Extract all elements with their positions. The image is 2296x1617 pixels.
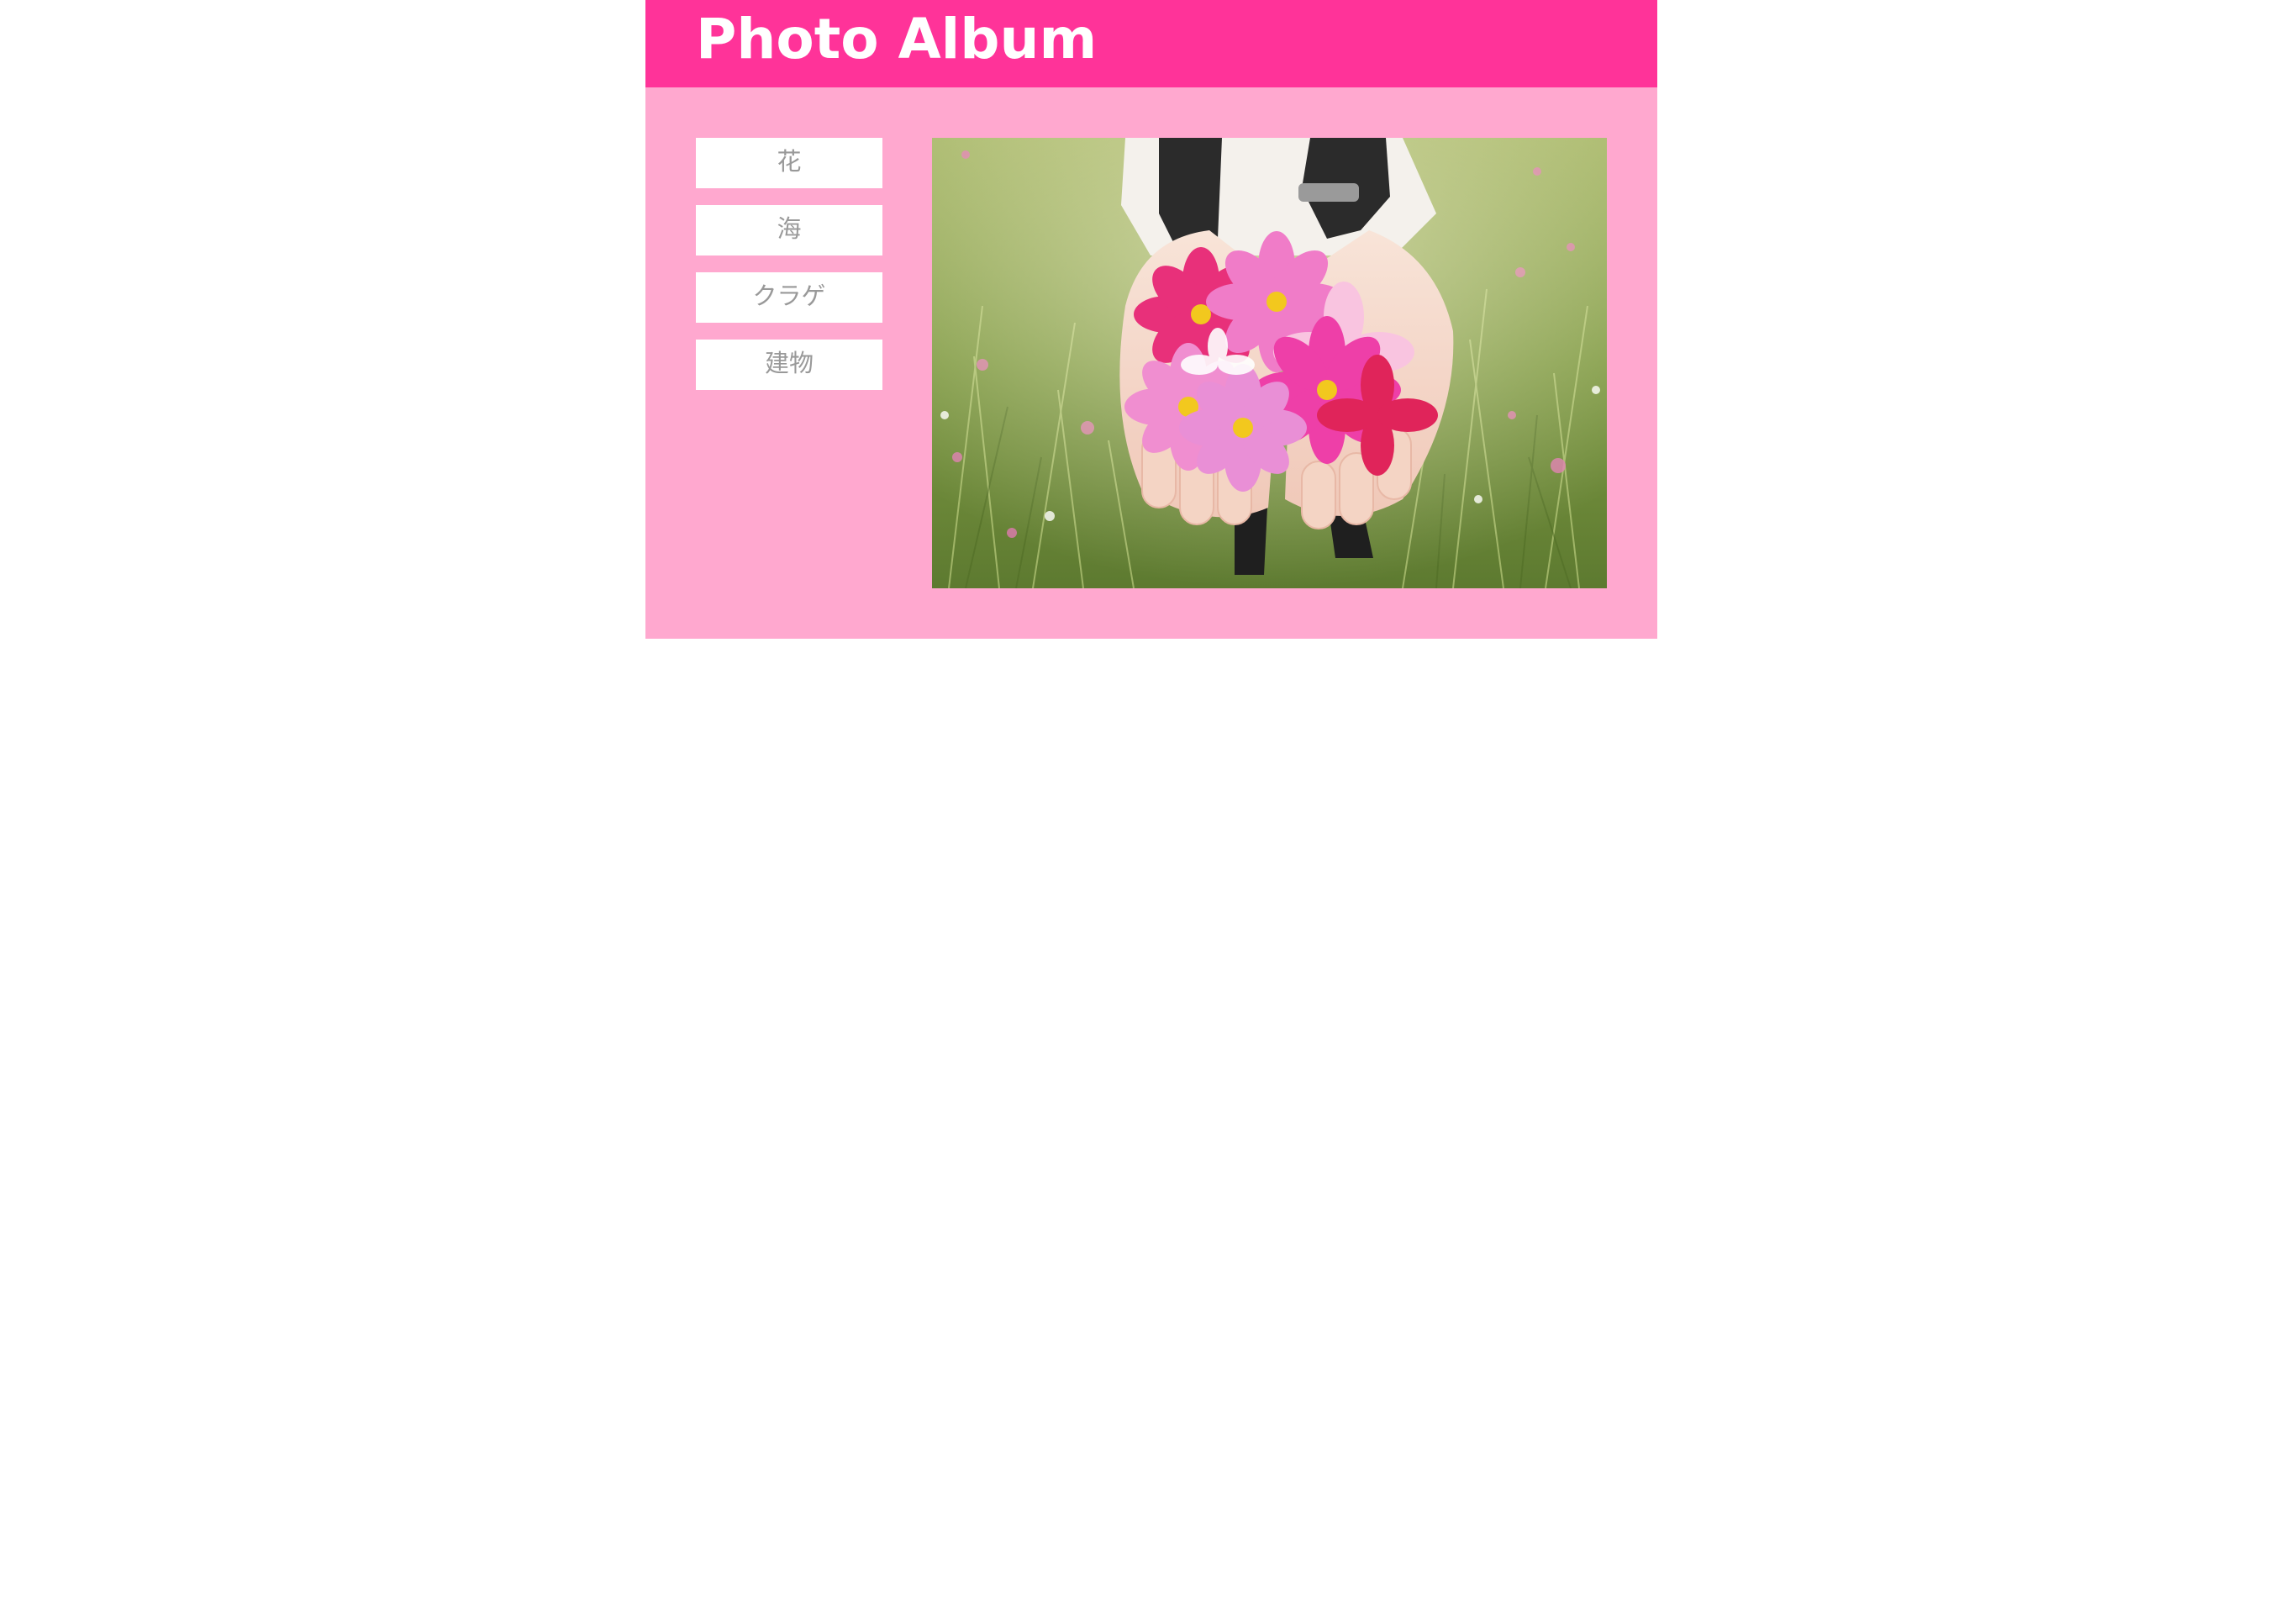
menu-item-jellyfish[interactable]: クラゲ xyxy=(696,272,882,323)
page-title: Photo Album xyxy=(696,7,1098,71)
page: Photo Album 花 海 クラゲ 建物 xyxy=(645,0,1657,639)
header: Photo Album xyxy=(645,0,1657,87)
main-photo xyxy=(932,138,1607,588)
menu-item-sea[interactable]: 海 xyxy=(696,205,882,255)
menu-item-building[interactable]: 建物 xyxy=(696,340,882,390)
menu-item-flower[interactable]: 花 xyxy=(696,138,882,188)
flower-photo-image xyxy=(932,138,1607,588)
category-menu: 花 海 クラゲ 建物 xyxy=(696,138,882,407)
content-area: 花 海 クラゲ 建物 xyxy=(645,87,1657,639)
